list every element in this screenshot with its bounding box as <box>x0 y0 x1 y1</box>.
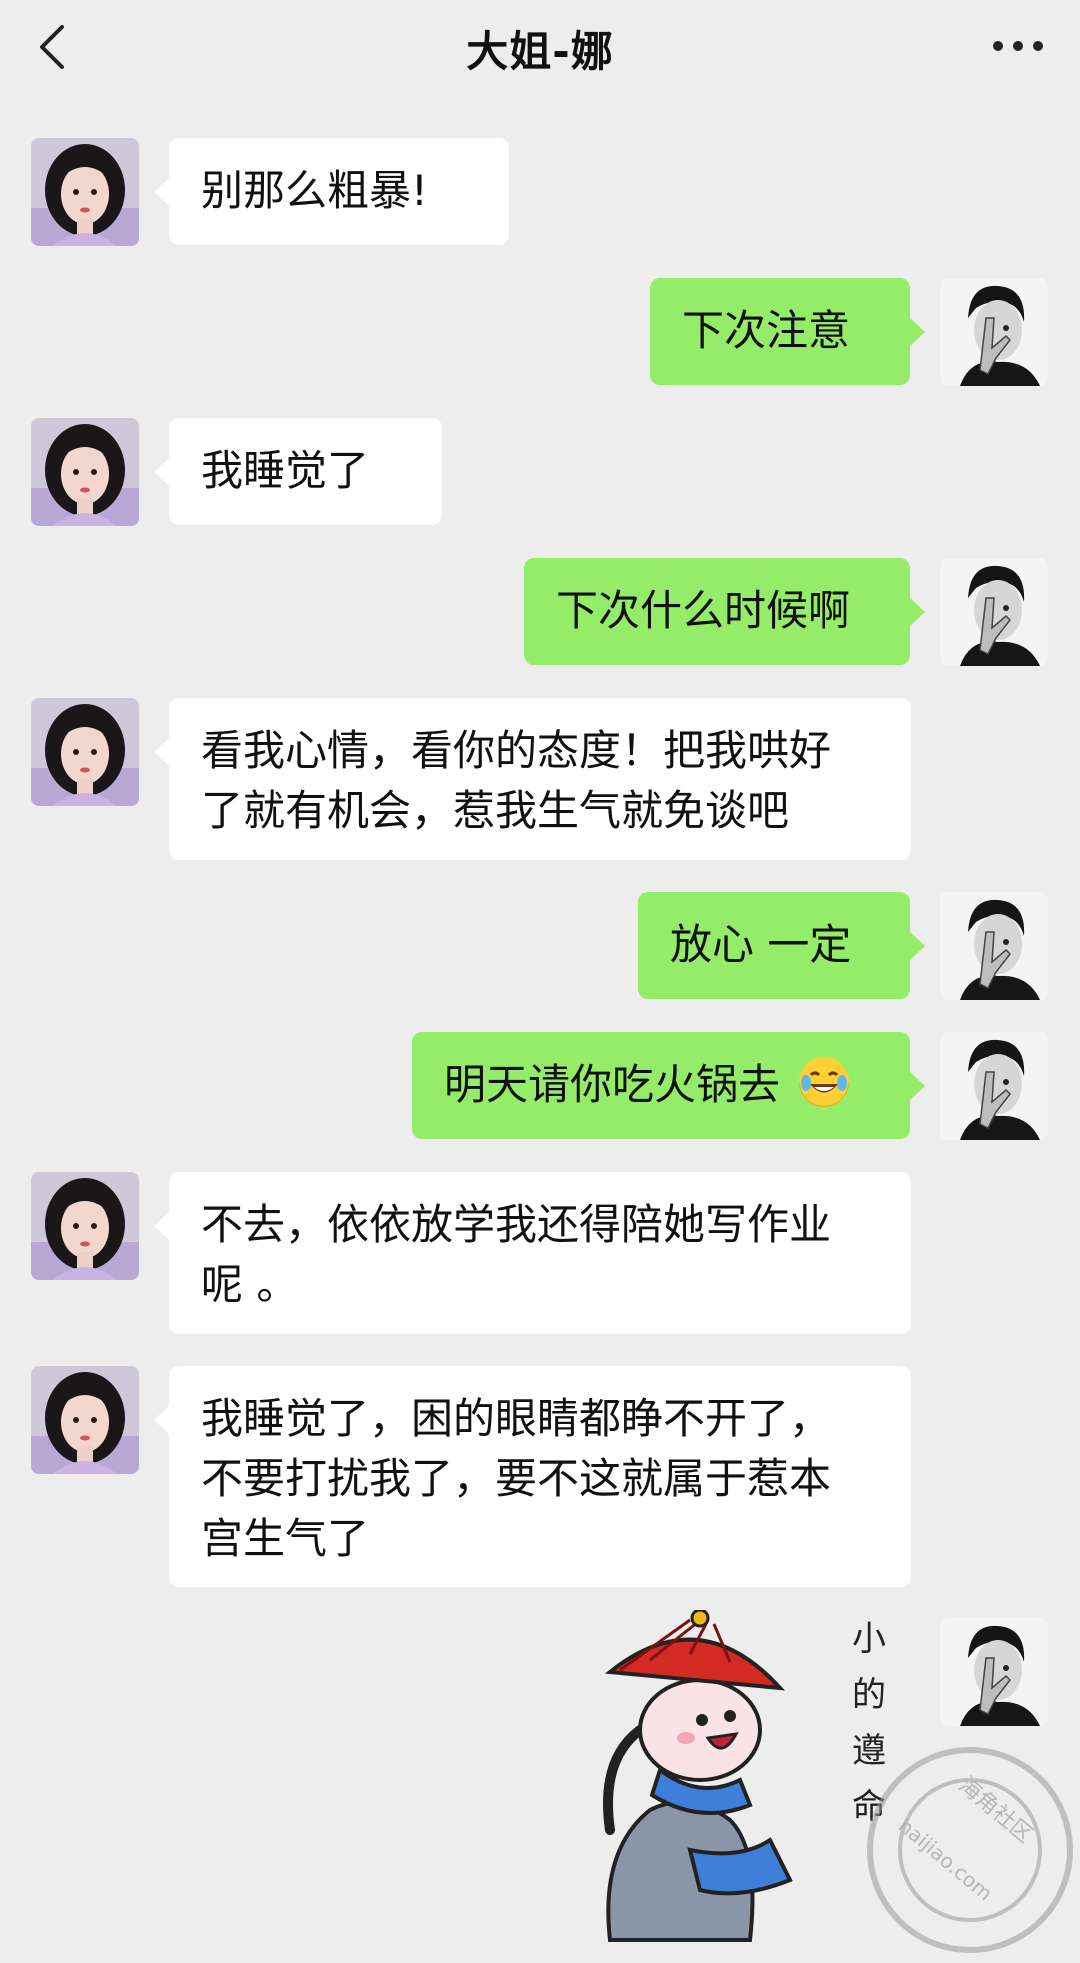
outgoing-message-bubble[interactable]: 放心 一定 <box>638 892 925 999</box>
message-text: 别那么粗暴! <box>201 166 428 215</box>
tears-of-joy-emoji-icon <box>799 1057 850 1107</box>
message-text-line: 呢 。 <box>201 1260 299 1309</box>
outgoing-message-bubble[interactable]: 下次注意 <box>650 278 925 385</box>
contact-avatar[interactable] <box>31 138 139 246</box>
message-text: 放心 一定 <box>670 920 852 969</box>
outgoing-message-bubble[interactable]: 明天请你吃火锅去 <box>412 1032 925 1139</box>
message-text-line: 不要打扰我了，要不这就属于惹本 <box>201 1454 832 1503</box>
contact-avatar[interactable] <box>31 698 139 806</box>
incoming-message-bubble[interactable]: 我睡觉了 <box>154 418 442 525</box>
chevron-left-icon[interactable] <box>34 22 74 72</box>
message-text-line: 我睡觉了，困的眼睛都睁不开了， <box>201 1394 832 1443</box>
message-text: 下次注意 <box>682 306 851 355</box>
chat-header: 大姐-娜 <box>0 0 1080 96</box>
message-text: 明天请你吃火锅去 <box>444 1060 781 1109</box>
message-text-line: 不去，依依放学我还得陪她写作业 <box>201 1200 832 1249</box>
my-avatar[interactable] <box>940 1032 1048 1140</box>
message-text: 我睡觉了 <box>201 446 370 495</box>
incoming-message-bubble[interactable]: 不去，依依放学我还得陪她写作业 呢 。 <box>154 1172 911 1334</box>
message-text-line: 宫生气了 <box>201 1514 370 1563</box>
message-text-line: 了就有机会，惹我生气就免谈吧 <box>201 786 790 835</box>
contact-avatar[interactable] <box>31 1172 139 1280</box>
chat-title: 大姐-娜 <box>466 26 614 76</box>
outgoing-message-bubble[interactable]: 下次什么时候啊 <box>524 558 925 665</box>
contact-avatar[interactable] <box>31 418 139 526</box>
incoming-message-bubble[interactable]: 我睡觉了，困的眼睛都睁不开了， 不要打扰我了，要不这就属于惹本 宫生气了 <box>154 1366 911 1587</box>
incoming-message-bubble[interactable]: 看我心情，看你的态度！把我哄好 了就有机会，惹我生气就免谈吧 <box>154 698 911 860</box>
more-dots-icon[interactable] <box>988 26 1048 66</box>
sticker-text: 小 <box>852 1619 886 1659</box>
my-avatar[interactable] <box>940 278 1048 386</box>
watermark-subtext: haijiao.com <box>894 1813 997 1905</box>
message-text: 下次什么时候啊 <box>556 586 851 635</box>
my-avatar[interactable] <box>940 1618 1048 1726</box>
watermark-logo: 海角社区 haijiao.com <box>867 1747 1073 1953</box>
message-text-line: 看我心情，看你的态度！把我哄好 <box>201 726 832 775</box>
incoming-message-bubble[interactable]: 别那么粗暴! <box>154 138 509 245</box>
my-avatar[interactable] <box>940 892 1048 1000</box>
sticker-text: 的 <box>852 1675 886 1715</box>
my-avatar[interactable] <box>940 558 1048 666</box>
contact-avatar[interactable] <box>31 1366 139 1474</box>
